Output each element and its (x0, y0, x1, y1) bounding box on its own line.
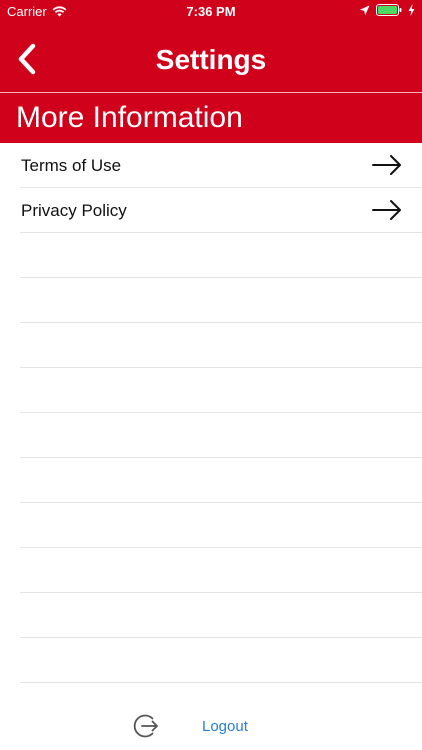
empty-row (20, 458, 422, 503)
info-list: Terms of Use Privacy Policy (0, 143, 422, 683)
empty-row (20, 233, 422, 278)
empty-row (20, 593, 422, 638)
list-item-terms-of-use[interactable]: Terms of Use (20, 143, 422, 188)
empty-row (20, 503, 422, 548)
list-item-privacy-policy[interactable]: Privacy Policy (20, 188, 422, 233)
section-header: More Information (0, 93, 422, 143)
logout-icon[interactable] (133, 713, 159, 739)
empty-row (20, 278, 422, 323)
logout-button[interactable]: Logout (202, 718, 248, 735)
empty-row (20, 323, 422, 368)
empty-row (20, 413, 422, 458)
footer: Logout (0, 705, 422, 750)
empty-row (20, 548, 422, 593)
list-item-label: Terms of Use (21, 156, 122, 175)
status-right (359, 4, 415, 16)
status-bar: Carrier 7:36 PM (0, 0, 422, 24)
empty-row (20, 368, 422, 413)
page-title: Settings (155, 44, 267, 75)
location-arrow-icon (359, 5, 370, 15)
arrow-right-icon (372, 155, 401, 175)
battery-icon (376, 4, 402, 16)
charging-bolt-icon (408, 4, 415, 16)
list-item-label: Privacy Policy (21, 201, 127, 220)
empty-row (20, 638, 422, 683)
nav-bar: Settings (0, 24, 422, 92)
arrow-right-icon (372, 200, 401, 220)
